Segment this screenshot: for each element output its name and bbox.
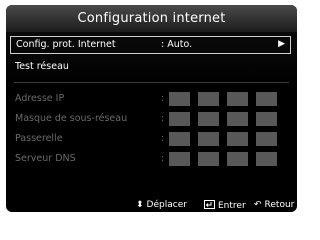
gateway-octet-2 [198, 132, 219, 146]
gateway-octet-1 [169, 132, 190, 146]
internet-config-dialog: Configuration internet Config. prot. Int… [6, 5, 297, 212]
ip-octet-1 [169, 92, 190, 106]
dns-server-label: Serveur DNS [15, 153, 76, 164]
enter-label: Entrer [218, 201, 246, 211]
dns-octet-1 [169, 152, 190, 166]
network-test-label: Test réseau [15, 61, 69, 72]
subnet-mask-row: Masque de sous-réseau : [15, 112, 290, 128]
enter-icon [204, 200, 215, 211]
subnet-octet-3 [227, 112, 248, 126]
subnet-octet-2 [198, 112, 219, 126]
ip-protocol-setting-row[interactable]: Config. prot. Internet : Auto. ▶ [10, 36, 291, 54]
dns-octet-3 [227, 152, 248, 166]
subnet-octet-4 [256, 112, 277, 126]
network-test-row[interactable]: Test réseau [15, 61, 69, 72]
dns-server-row: Serveur DNS : [15, 152, 290, 168]
gateway-octet-3 [227, 132, 248, 146]
ip-octet-2 [198, 92, 219, 106]
right-arrow-icon: ▶ [278, 39, 285, 49]
dialog-title: Configuration internet [6, 5, 297, 32]
divider [14, 82, 289, 83]
ip-octet-4 [256, 92, 277, 106]
gateway-octet-4 [256, 132, 277, 146]
gateway-colon: : [161, 133, 165, 144]
ip-address-colon: : [161, 93, 165, 104]
ip-protocol-label: Config. prot. Internet [16, 39, 116, 50]
ip-protocol-value: : Auto. [161, 39, 193, 50]
move-hint[interactable]: ⬍ Déplacer [136, 200, 187, 210]
dns-octet-2 [198, 152, 219, 166]
return-hint[interactable]: ↶ Retour [254, 200, 294, 210]
subnet-mask-label: Masque de sous-réseau [15, 113, 128, 124]
button-help-bar: ⬍ Déplacer Entrer ↶ Retour [6, 181, 297, 211]
return-label: Retour [264, 200, 295, 210]
subnet-mask-colon: : [161, 113, 165, 124]
subnet-octet-1 [169, 112, 190, 126]
gateway-label: Passerelle [15, 133, 63, 144]
screen-background: Configuration internet Config. prot. Int… [0, 0, 303, 217]
ip-address-label: Adresse IP [15, 93, 65, 104]
dns-server-colon: : [161, 153, 165, 164]
ip-address-row: Adresse IP : [15, 92, 290, 108]
move-label: Déplacer [146, 200, 187, 210]
return-icon: ↶ [254, 200, 262, 210]
enter-hint[interactable]: Entrer [204, 200, 246, 211]
dns-octet-4 [256, 152, 277, 166]
gateway-row: Passerelle : [15, 132, 290, 148]
ip-octet-3 [227, 92, 248, 106]
updown-arrows-icon: ⬍ [136, 200, 144, 210]
